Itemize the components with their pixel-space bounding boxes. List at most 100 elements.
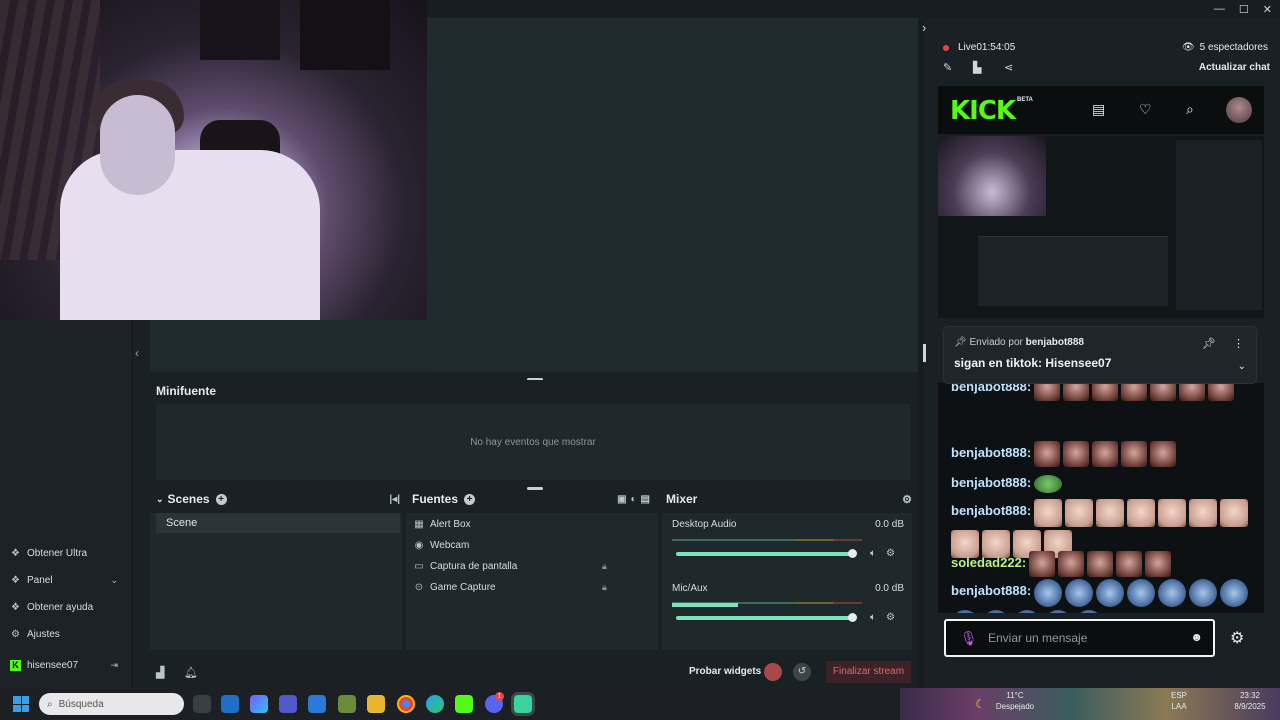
minecraft-icon[interactable]	[338, 695, 356, 713]
chat-username[interactable]: benjabot888:	[951, 383, 1031, 399]
emote	[1092, 383, 1119, 401]
lock-icon[interactable]: 🔒︎	[602, 582, 607, 593]
emote	[1063, 441, 1090, 467]
more-options-icon[interactable]: ⋮	[1233, 337, 1244, 350]
viewer-count: 👁︎ 5 espectadores	[1181, 42, 1268, 53]
live-status: Live01:54:05	[958, 42, 1016, 53]
end-stream-button[interactable]: Finalizar stream	[826, 661, 911, 683]
stats-icon[interactable]: ▟	[156, 666, 164, 679]
avatar[interactable]	[1226, 97, 1252, 123]
speaker-icon[interactable]: 🔈︎	[870, 548, 876, 559]
add-source-icon[interactable]: +	[464, 493, 476, 505]
source-item[interactable]: ⊙ Game Capture 🔒︎	[414, 578, 607, 596]
refresh-chat-button[interactable]: Actualizar chat	[1199, 62, 1270, 73]
chat-message: benjabot888:	[951, 471, 1251, 495]
streamlabs-icon[interactable]	[514, 695, 532, 713]
gear-icon[interactable]: ⚙	[886, 548, 895, 559]
input-language[interactable]: ESP LAA	[1165, 690, 1193, 712]
kick-icon[interactable]	[455, 695, 473, 713]
unpin-icon[interactable]: 📌︎	[1202, 337, 1216, 350]
heart-icon[interactable]: ♡	[1139, 101, 1152, 118]
minimize-button[interactable]: —	[1214, 3, 1225, 15]
gear-icon[interactable]: ⚙	[902, 493, 912, 506]
beta-badge: BETA	[1017, 97, 1033, 103]
sidebar-item-obtener-ultra[interactable]: ❖ Obtener Ultra	[10, 548, 128, 559]
windows-start-icon[interactable]	[13, 696, 29, 712]
source-tools-icon[interactable]: ▣◐▤	[617, 494, 654, 505]
sidebar-account[interactable]: K hisensee07 ⇥	[10, 660, 128, 671]
chevron-down-icon[interactable]: ⌄	[156, 494, 164, 505]
collapse-sidebar-icon[interactable]: ‹	[135, 346, 139, 360]
clapper-icon[interactable]: ▙	[973, 61, 981, 74]
kick-logo[interactable]: KICK	[950, 96, 1016, 126]
clock[interactable]: 23:32 8/9/2025	[1228, 690, 1272, 712]
chrome-icon[interactable]	[397, 695, 415, 713]
chat-message: soledad222:	[951, 551, 1251, 577]
chat-username[interactable]: benjabot888:	[951, 441, 1031, 465]
slider-knob[interactable]	[848, 549, 857, 558]
outlook-icon[interactable]	[221, 695, 239, 713]
scene-item[interactable]: Scene	[156, 513, 400, 533]
replay-buffer-button[interactable]: ↺	[793, 663, 811, 681]
sidebar-item-ajustes[interactable]: ⚙ Ajustes	[10, 629, 128, 640]
sidebar-item-panel[interactable]: ❖ Panel ⌄	[10, 575, 128, 586]
record-button[interactable]	[764, 663, 782, 681]
chat-input[interactable]: 🎙︎ Enviar un mensaje ☻	[944, 619, 1215, 657]
emote	[1075, 610, 1103, 613]
chat-message: benjabot888:	[951, 383, 1251, 401]
close-button[interactable]: ✕	[1263, 3, 1272, 16]
chevron-down-icon[interactable]: ⌄	[1238, 361, 1246, 372]
source-item[interactable]: ▭ Captura de pantalla 🔒︎	[414, 557, 607, 575]
add-scene-icon[interactable]: +	[215, 493, 227, 505]
emote	[1058, 551, 1085, 577]
taskbar-search[interactable]: ⌕ Búsqueda	[39, 693, 184, 715]
lock-icon[interactable]: 🔒︎	[602, 561, 607, 572]
emote	[1034, 441, 1061, 467]
sidebar-item-obtener-ayuda[interactable]: ❖ Obtener ayuda	[10, 602, 128, 613]
maximize-button[interactable]: ☐	[1239, 3, 1249, 16]
notification-bell-icon[interactable]: 🔔︎	[184, 666, 198, 679]
weather-widget[interactable]: 11°C Despejado	[994, 690, 1036, 712]
stream-thumbnail	[938, 136, 1264, 318]
test-widgets-button[interactable]: Probar widgets	[689, 666, 761, 677]
teams-icon[interactable]	[279, 695, 297, 713]
minifuente-header: Minifuente	[150, 380, 918, 402]
microphone-icon[interactable]: 🎙︎	[960, 630, 978, 647]
speaker-icon[interactable]: 🔈︎	[870, 612, 876, 623]
volume-slider[interactable]	[676, 549, 857, 558]
gear-icon[interactable]: ⚙	[886, 612, 895, 623]
edge-icon[interactable]	[426, 695, 444, 713]
chat-username[interactable]: soledad222:	[951, 551, 1026, 575]
emote	[1034, 579, 1063, 607]
scene-transition-icon[interactable]: |◂|	[389, 494, 400, 505]
pinned-by: 📌︎ Enviado por benjabot888	[954, 337, 1084, 348]
search-icon[interactable]: ⌕	[1186, 101, 1194, 118]
emote	[1044, 610, 1072, 613]
search-icon: ⌕	[47, 698, 53, 710]
share-icon[interactable]: ⋖	[1004, 61, 1013, 74]
resize-handle[interactable]	[923, 344, 926, 362]
expand-chat-icon[interactable]: ›	[922, 20, 926, 35]
chat-settings-icon[interactable]: ⚙	[1230, 628, 1244, 648]
edit-icon[interactable]: ✎	[943, 61, 952, 74]
store-icon[interactable]	[308, 695, 326, 713]
chat-username[interactable]: benjabot888:	[951, 579, 1031, 603]
source-item[interactable]: ◉ Webcam	[414, 536, 604, 554]
volume-slider[interactable]	[676, 613, 857, 622]
kick-header: KICK BETA ▤ ♡ ⌕	[938, 86, 1264, 134]
folder-icon[interactable]	[367, 695, 385, 713]
sources-dock: Fuentes + ▣◐▤ ▦ Alert Box ◉ Webcam ▭ Cap…	[406, 490, 658, 650]
slider-knob[interactable]	[848, 613, 857, 622]
chat-username[interactable]: benjabot888:	[951, 471, 1031, 495]
emoji-icon[interactable]: ☻	[1190, 630, 1203, 644]
emote	[1092, 441, 1119, 467]
emote	[1063, 383, 1090, 401]
task-view-icon[interactable]	[193, 695, 211, 713]
copilot-icon[interactable]	[250, 695, 268, 713]
chat-username[interactable]: benjabot888:	[951, 499, 1031, 523]
audio-level-fill	[672, 603, 738, 607]
browse-icon[interactable]: ▤	[1092, 101, 1105, 118]
emote	[1189, 499, 1218, 527]
logout-icon[interactable]: ⇥	[110, 660, 118, 671]
source-item[interactable]: ▦ Alert Box	[414, 515, 604, 533]
